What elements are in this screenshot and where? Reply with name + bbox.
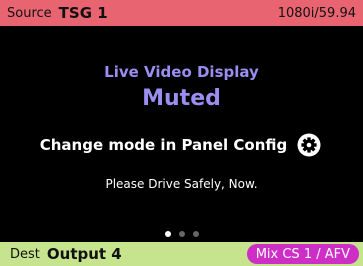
display-title: Live Video Display bbox=[104, 63, 259, 81]
destination-bar: Dest Output 4 Mix CS 1 / AFV bbox=[0, 242, 363, 266]
live-video-display-panel: Live Video Display Muted Change mode in … bbox=[0, 26, 363, 242]
dest-label: Dest bbox=[10, 246, 40, 262]
page-dot-2[interactable] bbox=[178, 231, 185, 237]
mode-message-row: Change mode in Panel Config bbox=[0, 130, 363, 160]
source-value[interactable]: TSG 1 bbox=[59, 4, 108, 22]
page-dot-1[interactable] bbox=[164, 231, 171, 237]
dest-value[interactable]: Output 4 bbox=[47, 245, 122, 263]
source-bar: Source TSG 1 1080i/59.94 bbox=[0, 0, 363, 26]
safety-message: Please Drive Safely, Now. bbox=[105, 177, 258, 191]
source-label: Source bbox=[7, 5, 52, 21]
mix-badge[interactable]: Mix CS 1 / AFV bbox=[246, 244, 359, 264]
gear-icon[interactable] bbox=[295, 131, 323, 159]
mode-message: Change mode in Panel Config bbox=[39, 136, 288, 154]
video-format: 1080i/59.94 bbox=[277, 5, 356, 21]
display-status: Muted bbox=[142, 86, 221, 111]
page-dot-3[interactable] bbox=[192, 231, 199, 237]
page-indicator bbox=[0, 230, 363, 238]
